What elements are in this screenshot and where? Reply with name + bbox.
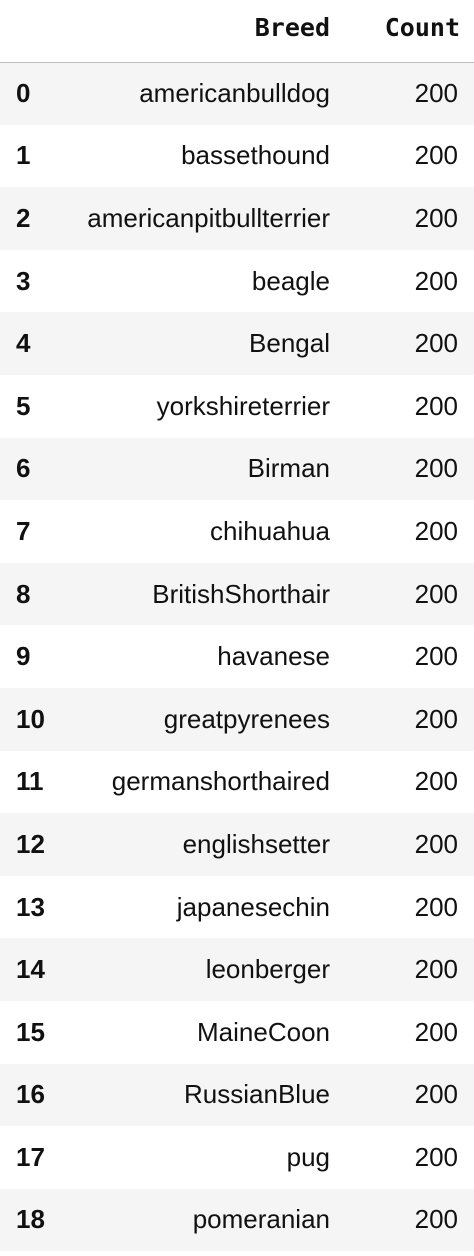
count-cell: 200 xyxy=(414,766,458,797)
table-row: 9 havanese 200 xyxy=(0,625,474,688)
count-cell: 200 xyxy=(414,954,458,985)
table-row: 8 BritishShorthair 200 xyxy=(0,562,474,626)
table-row: 17 pug 200 xyxy=(0,1126,474,1189)
row-index: 6 xyxy=(16,453,31,484)
table-row: 16 RussianBlue 200 xyxy=(0,1063,474,1127)
row-index: 3 xyxy=(16,265,31,296)
table-row: 6 Birman 200 xyxy=(0,437,474,501)
count-cell: 200 xyxy=(414,641,458,672)
row-index: 5 xyxy=(16,390,31,421)
count-cell: 200 xyxy=(414,1141,458,1172)
count-cell: 200 xyxy=(414,828,458,859)
row-index: 18 xyxy=(16,1204,45,1235)
index-header xyxy=(0,0,68,63)
breed-cell: MaineCoon xyxy=(197,1016,330,1047)
breed-cell: pomeranian xyxy=(192,1204,330,1235)
breed-cell: Birman xyxy=(247,453,330,484)
count-cell: 200 xyxy=(414,328,458,359)
count-cell: 200 xyxy=(414,202,458,233)
row-index: 8 xyxy=(16,578,31,609)
table-row: 3 beagle 200 xyxy=(0,249,474,313)
breed-cell: chihuahua xyxy=(210,515,330,546)
count-cell: 200 xyxy=(414,578,458,609)
table-row: 2 americanpitbullterrier 200 xyxy=(0,187,474,250)
breed-cell: Bengal xyxy=(249,328,330,359)
row-index: 4 xyxy=(16,328,31,359)
breed-cell: leonberger xyxy=(205,954,330,985)
count-cell: 200 xyxy=(414,1016,458,1047)
breed-cell: americanpitbullterrier xyxy=(87,202,330,233)
table-row: 4 Bengal 200 xyxy=(0,312,474,375)
breed-cell: bassethound xyxy=(181,140,330,171)
row-index: 16 xyxy=(16,1079,45,1110)
table-row: 1 bassethound 200 xyxy=(0,124,474,188)
table-body: 0 americanbulldog 200 1 bassethound 200 2 ameri… xyxy=(0,62,474,1252)
table-row: 14 leonberger 200 xyxy=(0,938,474,1001)
breed-column-header: Breed xyxy=(68,0,358,63)
count-cell: 200 xyxy=(414,265,458,296)
table-row: 7 chihuahua 200 xyxy=(0,500,474,563)
count-column-header: Count xyxy=(358,0,474,63)
breed-cell: pug xyxy=(286,1141,330,1172)
count-cell: 200 xyxy=(414,1204,458,1235)
row-index: 2 xyxy=(16,202,31,233)
row-index: 14 xyxy=(16,954,45,985)
count-cell: 200 xyxy=(414,515,458,546)
header-row: Breed Count xyxy=(0,0,474,63)
table-row: 0 americanbulldog 200 xyxy=(0,62,474,125)
count-cell: 200 xyxy=(414,1079,458,1110)
breed-cell: englishsetter xyxy=(182,828,330,859)
row-index: 7 xyxy=(16,515,31,546)
row-index: 15 xyxy=(16,1016,45,1047)
table-row: 15 MaineCoon 200 xyxy=(0,1000,474,1064)
count-cell: 200 xyxy=(414,390,458,421)
table-row: 18 pomeranian 200 xyxy=(0,1188,474,1252)
count-cell: 200 xyxy=(414,891,458,922)
table-row: 5 yorkshireterrier 200 xyxy=(0,374,474,438)
table-header: Breed Count xyxy=(0,0,474,63)
breed-cell: RussianBlue xyxy=(184,1079,330,1110)
row-index: 0 xyxy=(16,78,31,109)
breed-cell: americanbulldog xyxy=(139,78,330,109)
table-row: 11 germanshorthaired 200 xyxy=(0,750,474,814)
table-row: 12 englishsetter 200 xyxy=(0,813,474,876)
breed-cell: beagle xyxy=(251,265,330,296)
row-index: 9 xyxy=(16,641,31,672)
breed-cell: japanesechin xyxy=(176,891,330,922)
count-cell: 200 xyxy=(414,78,458,109)
breed-cell: BritishShorthair xyxy=(152,578,330,609)
breed-cell: germanshorthaired xyxy=(111,766,330,797)
count-cell: 200 xyxy=(414,703,458,734)
row-index: 1 xyxy=(16,140,31,171)
breed-cell: havanese xyxy=(217,641,330,672)
table-row: 13 japanesechin 200 xyxy=(0,875,474,939)
dataframe-table: Breed Count 0 americanbulldog 200 1 bassetho… xyxy=(0,0,474,1252)
table-row: 10 greatpyrenees 200 xyxy=(0,687,474,751)
row-index: 12 xyxy=(16,828,45,859)
row-index: 17 xyxy=(16,1141,45,1172)
row-index: 13 xyxy=(16,891,45,922)
breed-cell: greatpyrenees xyxy=(163,703,330,734)
breed-cell: yorkshireterrier xyxy=(156,390,330,421)
count-cell: 200 xyxy=(414,140,458,171)
row-index: 11 xyxy=(16,766,44,797)
count-cell: 200 xyxy=(414,453,458,484)
row-index: 10 xyxy=(16,703,45,734)
